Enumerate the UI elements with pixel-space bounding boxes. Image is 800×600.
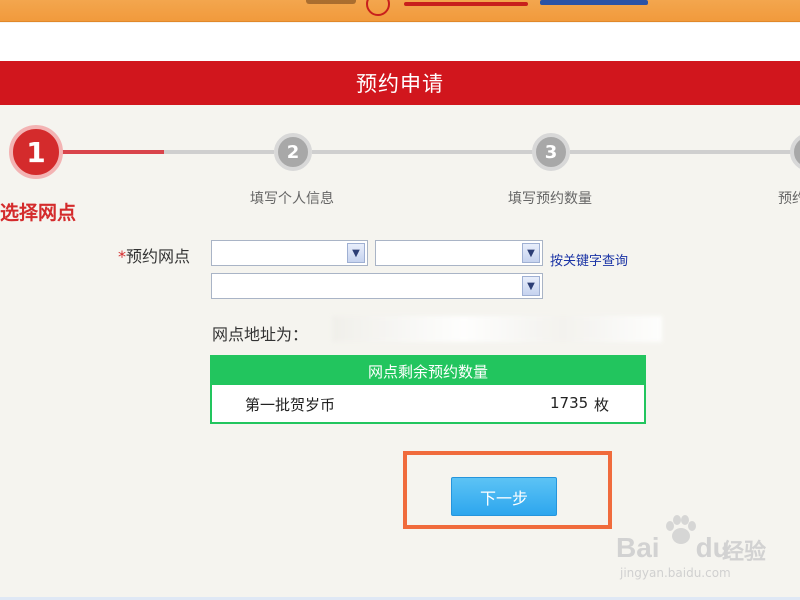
address-label: 网点地址为： [212, 325, 309, 344]
banner-text-fragment-2 [540, 0, 648, 5]
step-4-circle [790, 133, 800, 171]
next-step-button[interactable]: 下一步 [451, 477, 557, 516]
step-4-label: 预约 [778, 191, 800, 207]
branch-label: *预约网点 [118, 243, 190, 267]
province-select[interactable]: ▼ [211, 240, 368, 266]
branch-select[interactable]: ▼ [211, 273, 543, 299]
step-1-label: 选择网点 [0, 202, 77, 224]
progress-line [570, 150, 794, 154]
remaining-quantity-table: 网点剩余预约数量 第一批贺岁币 1735 枚 [210, 355, 646, 424]
city-select[interactable]: ▼ [375, 240, 543, 266]
address-value-redacted [332, 316, 662, 342]
chevron-down-icon[interactable]: ▼ [522, 276, 540, 296]
baidu-jingyan-watermark: Bai du 经验 jingyan.baidu.com [612, 514, 792, 586]
progress-line-active [60, 150, 164, 154]
watermark-url: jingyan.baidu.com [620, 566, 731, 580]
chevron-down-icon[interactable]: ▼ [347, 243, 365, 263]
watermark-product: 经验 [722, 540, 767, 565]
coin-unit: 枚 [594, 396, 610, 414]
progress-line [164, 150, 274, 154]
progress-line [312, 150, 534, 154]
watermark-brand: Bai du [616, 532, 730, 563]
step-3-label: 填写预约数量 [508, 191, 592, 207]
top-banner [0, 0, 800, 22]
step-2-circle: 2 [274, 133, 312, 171]
step-1-circle: 1 [9, 125, 63, 179]
keyword-search-link[interactable]: 按关键字查询 [550, 250, 628, 269]
emblem-icon [366, 0, 390, 16]
banner-text-fragment [404, 2, 528, 6]
coin-name: 第一批贺岁币 [245, 396, 336, 414]
required-mark: * [118, 247, 126, 266]
chevron-down-icon[interactable]: ▼ [522, 243, 540, 263]
banner-logo-fragment [306, 0, 356, 4]
page-title: 预约申请 [0, 61, 800, 105]
header-spacer [0, 23, 800, 61]
table-row: 第一批贺岁币 1735 枚 [212, 385, 644, 424]
table-header: 网点剩余预约数量 [212, 357, 644, 385]
step-3-circle: 3 [532, 133, 570, 171]
step-2-label: 填写个人信息 [250, 191, 334, 207]
coin-count: 1735 [550, 394, 589, 412]
branch-label-text: 预约网点 [126, 247, 191, 266]
